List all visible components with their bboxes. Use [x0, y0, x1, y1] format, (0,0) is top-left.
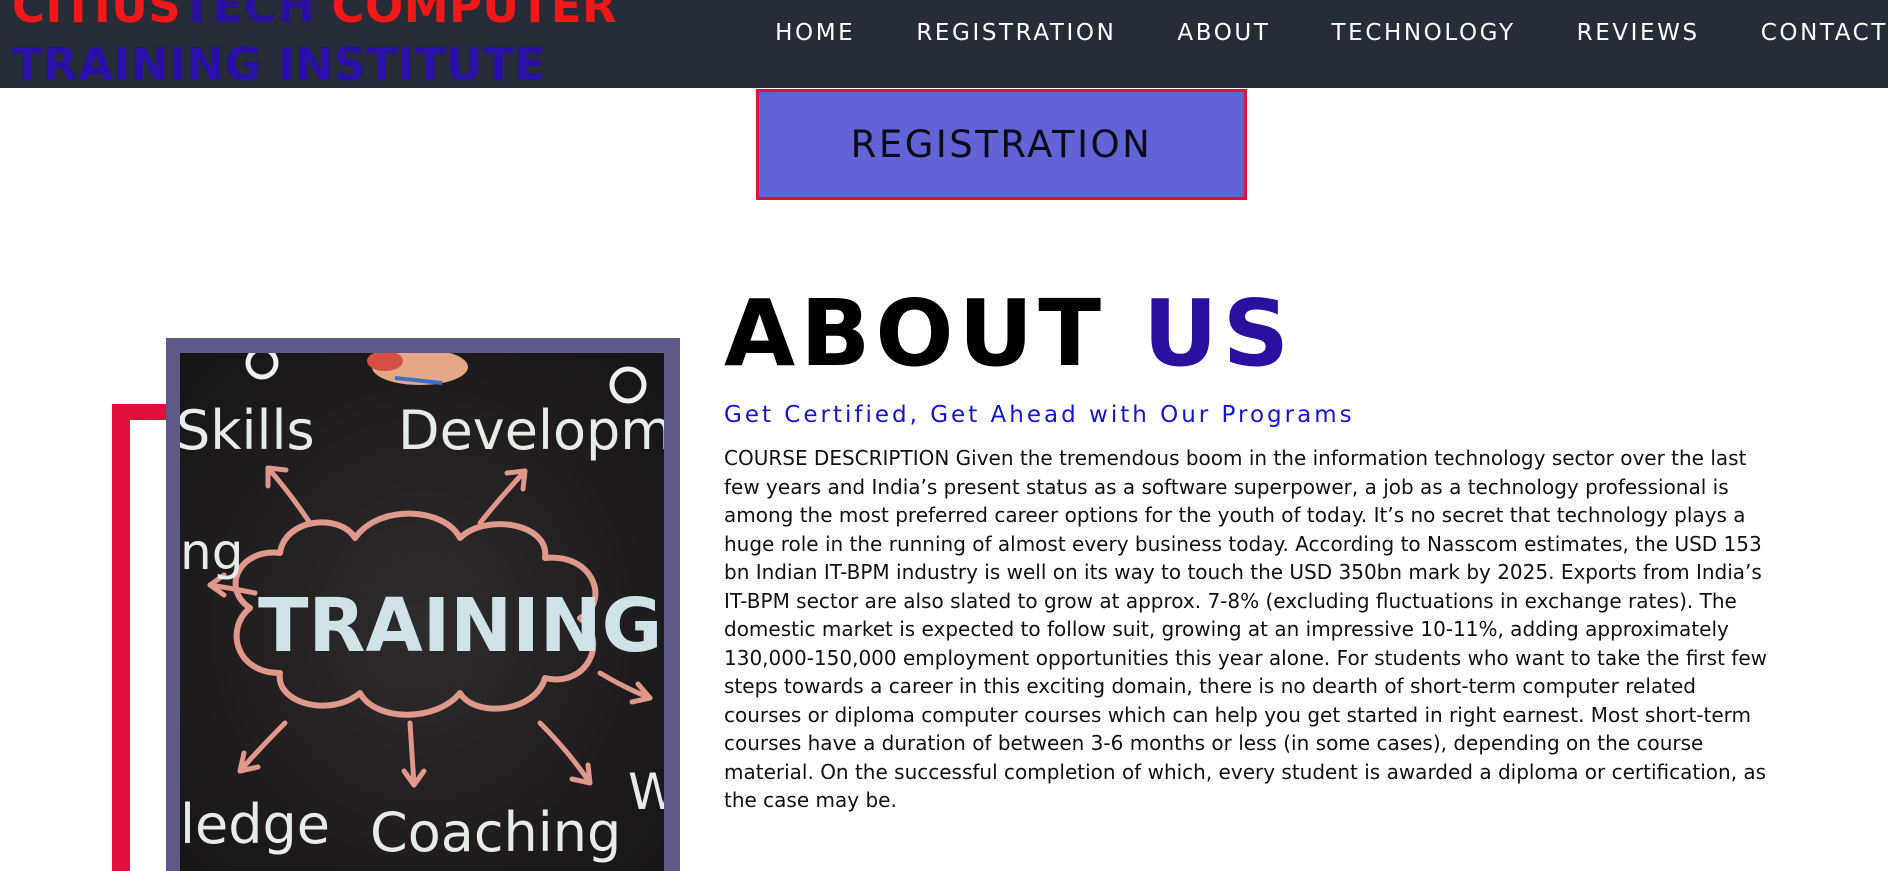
nav-contact[interactable]: CONTACT — [1761, 20, 1888, 46]
brand-computer: COMPUTER — [315, 0, 618, 33]
nav-registration[interactable]: REGISTRATION — [916, 20, 1116, 46]
brand-citius: CITIUS — [12, 0, 182, 33]
about-subtitle: Get Certified, Get Ahead with Our Progra… — [724, 402, 1355, 428]
chalk-word-w: W — [628, 763, 664, 821]
about-description: COURSE DESCRIPTION Given the tremendous … — [724, 446, 1767, 812]
chalk-word-training: TRAINING — [258, 583, 663, 669]
brand-logo[interactable]: CITIUSTECH COMPUTER TRAINING INSTITUTE — [12, 0, 617, 94]
training-chalkboard-image: Skills Developmer ng TRAINING ledge Coac… — [180, 353, 664, 871]
about-title: ABOUT US — [724, 281, 1294, 386]
chalk-word-coaching: Coaching — [370, 801, 622, 864]
nav-about[interactable]: ABOUT — [1177, 20, 1270, 46]
chalk-word-ng: ng — [180, 523, 244, 581]
registration-button[interactable]: REGISTRATION — [756, 89, 1247, 200]
chalk-word-skills: Skills — [180, 399, 315, 462]
main-nav: HOME REGISTRATION ABOUT TECHNOLOGY REVIE… — [775, 0, 1888, 66]
chalk-word-development: Developmer — [398, 399, 664, 462]
chalk-word-ledge: ledge — [180, 793, 331, 856]
site-header: CITIUSTECH COMPUTER TRAINING INSTITUTE H… — [0, 0, 1888, 91]
cup-left — [245, 353, 279, 380]
brand-line-2: TRAINING INSTITUTE — [12, 38, 546, 91]
about-title-about: ABOUT — [724, 280, 1144, 387]
brand-tech: TECH — [181, 0, 316, 33]
about-title-us: US — [1143, 280, 1294, 387]
cup-right — [609, 366, 647, 404]
brand-line-1: CITIUSTECH COMPUTER — [12, 0, 617, 33]
nav-home[interactable]: HOME — [775, 20, 855, 46]
nav-reviews[interactable]: REVIEWS — [1577, 20, 1700, 46]
nav-technology[interactable]: TECHNOLOGY — [1332, 20, 1516, 46]
